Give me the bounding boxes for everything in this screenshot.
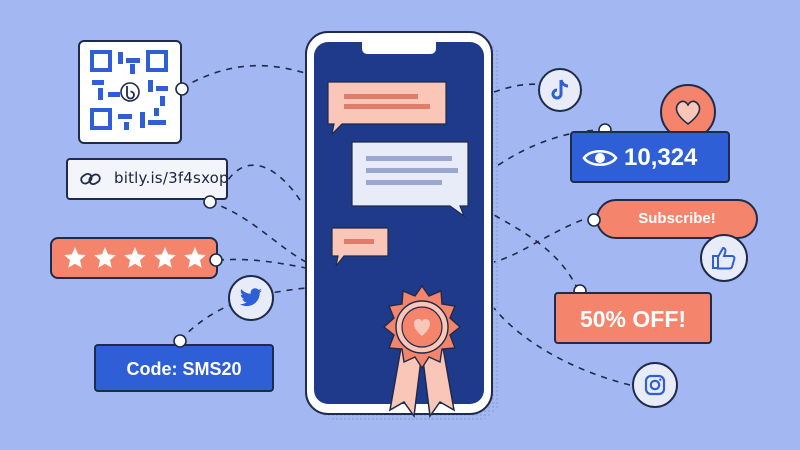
heart-icon: [675, 100, 701, 126]
discount-offer-text: 50% OFF!: [579, 306, 687, 332]
subscribe-label: Subscribe!: [638, 210, 716, 227]
connector-node: [587, 213, 601, 227]
instagram-badge[interactable]: [632, 362, 678, 408]
qr-code-icon: [90, 50, 168, 130]
illustration-canvas: bitly.is/3f4sxop Code: SMS20 10,324 Subs…: [0, 0, 800, 450]
short-link-text[interactable]: bitly.is/3f4sxop: [114, 169, 229, 187]
views-count: 10,324: [624, 144, 698, 171]
instagram-icon: [644, 374, 666, 396]
subscribe-button[interactable]: Subscribe!: [596, 199, 758, 239]
twitter-icon: [240, 288, 262, 307]
connector-node: [173, 334, 187, 348]
award-ribbon-icon: [382, 284, 462, 418]
star-rating: [50, 237, 218, 279]
eye-icon: [582, 149, 618, 167]
views-counter-card: 10,324: [570, 131, 730, 183]
connector-node: [175, 82, 189, 96]
star-icon: [184, 247, 206, 268]
promo-code-text: Code: SMS20: [126, 359, 242, 379]
promo-code-card[interactable]: Code: SMS20: [94, 344, 274, 392]
thumbs-up-badge[interactable]: [700, 234, 748, 282]
twitter-badge[interactable]: [228, 275, 274, 321]
link-icon: [80, 172, 101, 186]
star-icon: [124, 247, 146, 268]
tiktok-badge[interactable]: [538, 68, 582, 112]
star-icon: [64, 247, 86, 268]
star-icon: [94, 247, 116, 268]
qr-code-card[interactable]: [78, 40, 182, 144]
thumbs-up-icon: [712, 246, 736, 270]
tiktok-icon: [551, 79, 569, 100]
connector-node: [209, 253, 223, 267]
star-icon: [154, 247, 176, 268]
discount-offer-card[interactable]: 50% OFF!: [554, 292, 712, 344]
connector-node: [203, 195, 217, 209]
